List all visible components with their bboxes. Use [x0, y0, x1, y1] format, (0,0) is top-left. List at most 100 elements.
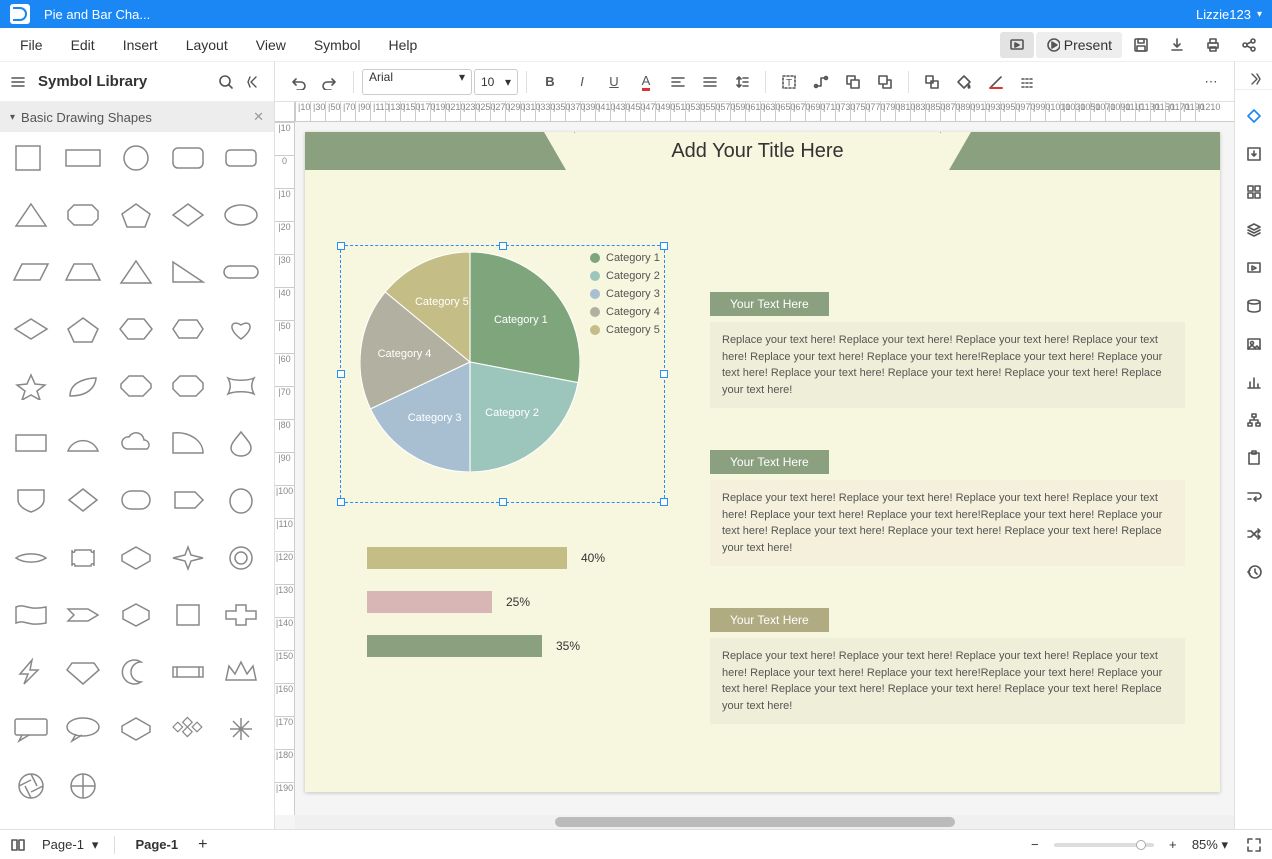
resize-handle[interactable]: [337, 370, 345, 378]
menu-help[interactable]: Help: [375, 37, 432, 53]
shape-speech-round[interactable]: [62, 713, 104, 745]
shape-round-rect[interactable]: [167, 142, 209, 174]
shape-diamond[interactable]: [167, 199, 209, 231]
text-block-3[interactable]: Your Text Here Replace your text here! R…: [710, 608, 1185, 724]
library-menu-icon[interactable]: [10, 74, 28, 90]
canvas-page[interactable]: Add Your Title Here Category 1Category 2…: [305, 132, 1220, 792]
text-block-2[interactable]: Your Text Here Replace your text here! R…: [710, 450, 1185, 566]
line-spacing-button[interactable]: [727, 68, 757, 96]
wrap-panel-button[interactable]: [1242, 484, 1266, 508]
font-select[interactable]: Arial ▾: [362, 69, 472, 95]
shape-speech-rect[interactable]: [10, 713, 52, 745]
shape-rect3[interactable]: [167, 599, 209, 631]
shape-triangle2[interactable]: [115, 256, 157, 288]
save-button[interactable]: [1124, 32, 1158, 58]
fill-panel-button[interactable]: [1242, 104, 1266, 128]
resize-handle[interactable]: [499, 242, 507, 250]
page-select[interactable]: Page-1 ▾: [36, 837, 104, 853]
connector-button[interactable]: [806, 68, 836, 96]
fullscreen-button[interactable]: [1246, 837, 1262, 853]
text-block-heading[interactable]: Your Text Here: [710, 450, 829, 474]
shape-round-rect2[interactable]: [220, 142, 262, 174]
shape-heart[interactable]: [220, 313, 262, 345]
shape-egg[interactable]: [220, 484, 262, 516]
shape-octagon[interactable]: [115, 370, 157, 402]
menu-file[interactable]: File: [6, 37, 57, 53]
data-panel-button[interactable]: [1242, 294, 1266, 318]
shape-tab[interactable]: [167, 484, 209, 516]
line-style-button[interactable]: [1013, 68, 1043, 96]
download-button[interactable]: [1160, 32, 1194, 58]
shape-drop[interactable]: [220, 427, 262, 459]
image-panel-button[interactable]: [1242, 332, 1266, 356]
text-block-heading[interactable]: Your Text Here: [710, 292, 829, 316]
document-title[interactable]: Pie and Bar Cha...: [44, 7, 1196, 22]
shape-lens[interactable]: [10, 542, 52, 574]
align-v-button[interactable]: [695, 68, 725, 96]
shape-cog[interactable]: [220, 542, 262, 574]
scrollbar-thumb[interactable]: [555, 817, 955, 827]
shapes-section-header[interactable]: ▾ Basic Drawing Shapes ✕: [0, 102, 274, 132]
collapse-right-icon[interactable]: [1235, 68, 1272, 90]
shape-arrow[interactable]: [62, 599, 104, 631]
menu-insert[interactable]: Insert: [109, 37, 172, 53]
shape-hex2[interactable]: [167, 313, 209, 345]
shape-triangle[interactable]: [10, 199, 52, 231]
shape-pie4[interactable]: [62, 770, 104, 802]
selection-box[interactable]: [340, 245, 665, 503]
shape-star[interactable]: [10, 370, 52, 402]
bar-chart[interactable]: 40%25%35%: [367, 547, 667, 679]
italic-button[interactable]: I: [567, 68, 597, 96]
menu-symbol[interactable]: Symbol: [300, 37, 375, 53]
add-page-button[interactable]: +: [198, 836, 218, 854]
pages-icon[interactable]: [10, 837, 26, 853]
shape-circle[interactable]: [115, 142, 157, 174]
shape-rect[interactable]: [62, 142, 104, 174]
presentation-mode-button[interactable]: [1000, 32, 1034, 58]
shape-4star[interactable]: [167, 542, 209, 574]
shape-moon[interactable]: [115, 656, 157, 688]
shape-hex4[interactable]: [115, 599, 157, 631]
menu-view[interactable]: View: [242, 37, 300, 53]
chart-panel-button[interactable]: [1242, 370, 1266, 394]
text-block-body[interactable]: Replace your text here! Replace your tex…: [710, 480, 1185, 566]
close-section-icon[interactable]: ✕: [253, 109, 264, 125]
resize-handle[interactable]: [337, 498, 345, 506]
shape-pill[interactable]: [220, 256, 262, 288]
text-block-body[interactable]: Replace your text here! Replace your tex…: [710, 322, 1185, 408]
shape-leaf[interactable]: [62, 370, 104, 402]
shape-rounded[interactable]: [115, 484, 157, 516]
shape-chord[interactable]: [62, 427, 104, 459]
resize-handle[interactable]: [660, 242, 668, 250]
grid-panel-button[interactable]: [1242, 180, 1266, 204]
text-block-1[interactable]: Your Text Here Replace your text here! R…: [710, 292, 1185, 408]
redo-button[interactable]: [315, 68, 345, 96]
shape-gem[interactable]: [62, 656, 104, 688]
menu-edit[interactable]: Edit: [57, 37, 109, 53]
search-icon[interactable]: [218, 74, 236, 90]
line-color-button[interactable]: [981, 68, 1011, 96]
zoom-out-button[interactable]: −: [1026, 837, 1044, 852]
more-button[interactable]: ⋯: [1196, 68, 1226, 96]
zoom-slider[interactable]: [1054, 843, 1154, 847]
shape-hexagon[interactable]: [115, 313, 157, 345]
shape-wave[interactable]: [10, 599, 52, 631]
resize-handle[interactable]: [660, 370, 668, 378]
undo-button[interactable]: [283, 68, 313, 96]
export-panel-button[interactable]: [1242, 142, 1266, 166]
page-tab[interactable]: Page-1: [125, 837, 188, 852]
shape-pentagon[interactable]: [115, 199, 157, 231]
align-left-button[interactable]: [663, 68, 693, 96]
shape-rhombus[interactable]: [10, 313, 52, 345]
shape-hex5[interactable]: [115, 713, 157, 745]
shape-ribbon[interactable]: [167, 656, 209, 688]
shape-square[interactable]: [10, 142, 52, 174]
shape-diamond2[interactable]: [62, 484, 104, 516]
shape-hex3[interactable]: [115, 542, 157, 574]
resize-handle[interactable]: [337, 242, 345, 250]
shape-octagon2[interactable]: [167, 370, 209, 402]
print-button[interactable]: [1196, 32, 1230, 58]
text-block-body[interactable]: Replace your text here! Replace your tex…: [710, 638, 1185, 724]
shape-aperture[interactable]: [10, 770, 52, 802]
share-button[interactable]: [1232, 32, 1266, 58]
